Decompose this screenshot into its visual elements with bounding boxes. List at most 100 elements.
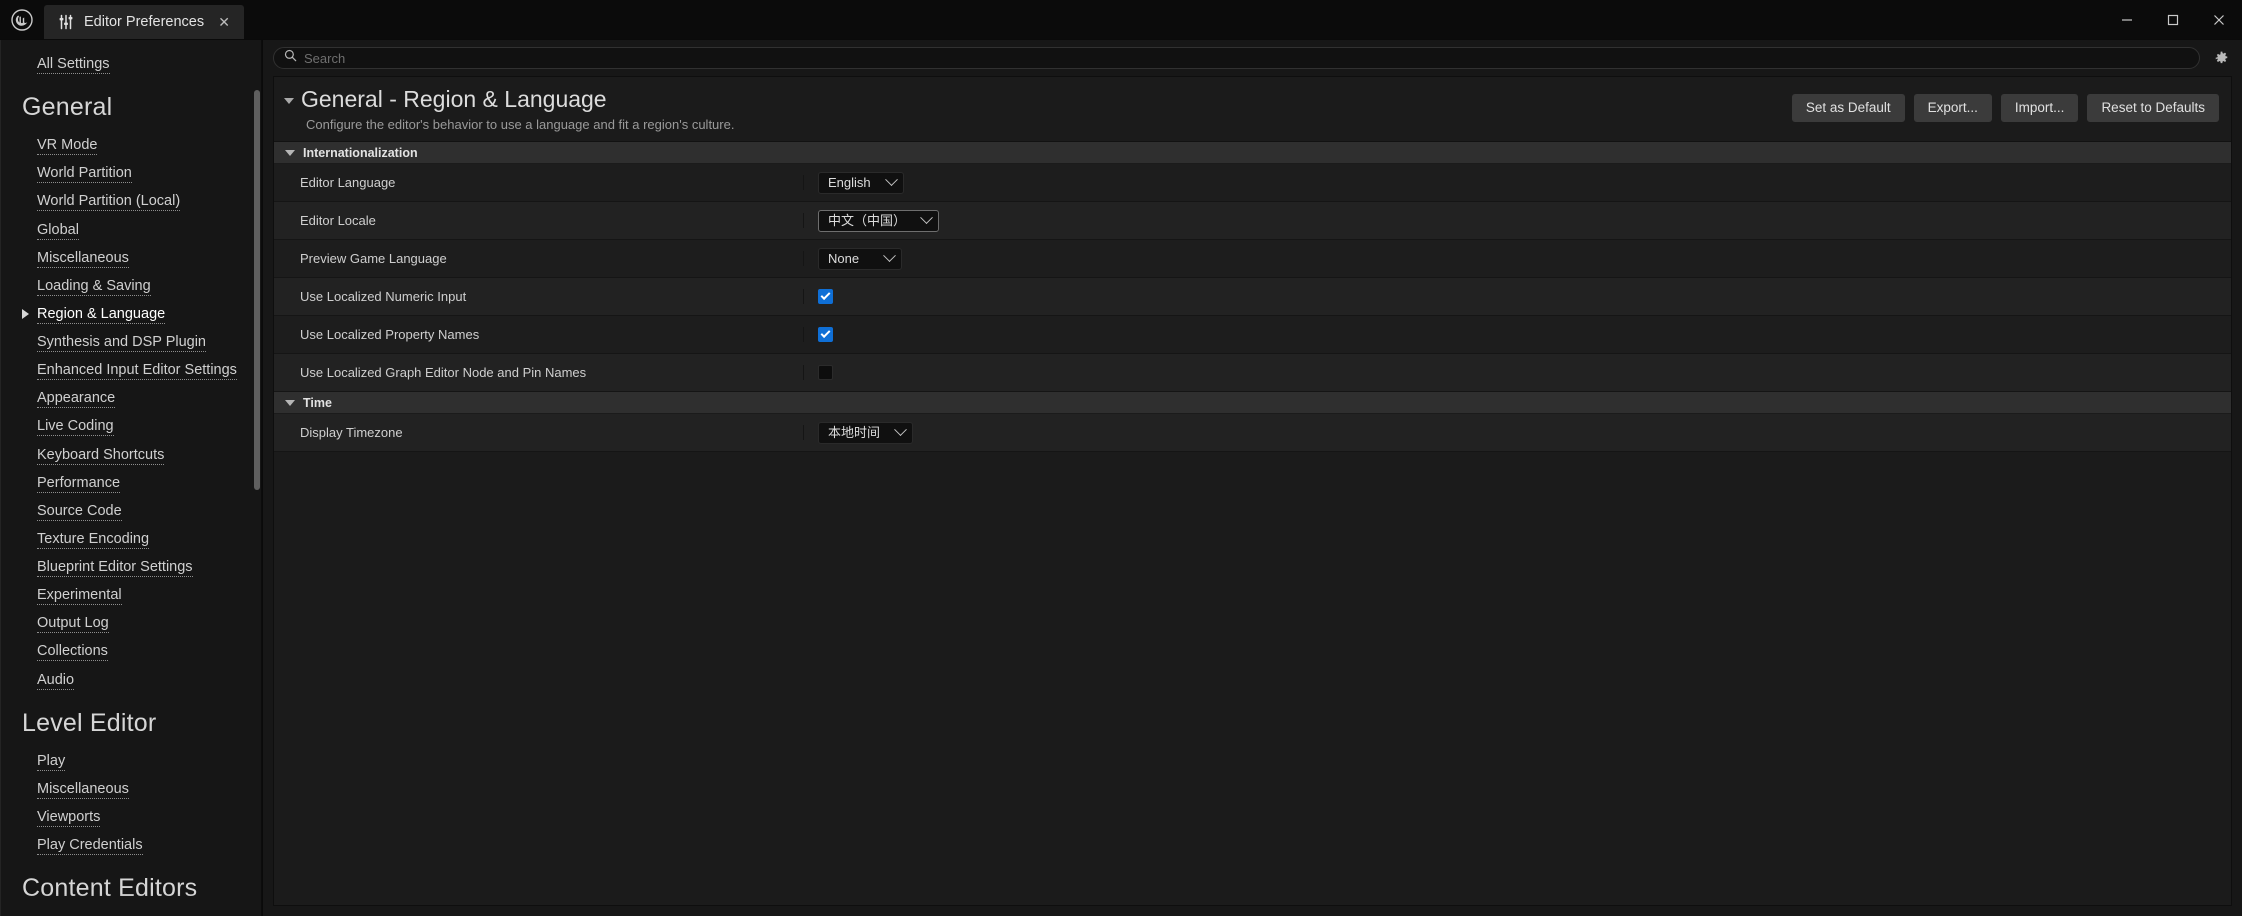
sidebar-item-audio[interactable]: Audio (1, 666, 261, 694)
page-title: General - Region & Language (301, 86, 607, 112)
sidebar-scrollbar[interactable] (252, 44, 261, 912)
export-button[interactable]: Export... (1913, 94, 1992, 122)
sidebar-item-label: World Partition (Local) (37, 193, 181, 212)
page-header: General - Region & Language Configure th… (274, 77, 2231, 143)
sidebar-item-viewports[interactable]: Viewports (1, 803, 261, 831)
sidebar-item-collections[interactable]: Collections (1, 637, 261, 665)
sidebar-item-label: Collections (37, 643, 108, 662)
sidebar-item-label: Play Credentials (37, 837, 143, 855)
close-button[interactable] (2196, 0, 2242, 39)
setting-value (804, 289, 2231, 305)
sidebar-item-appearance[interactable]: Appearance (1, 384, 261, 412)
sidebar-item-source-code[interactable]: Source Code (1, 497, 261, 525)
sidebar-item-label: Performance (37, 474, 121, 493)
setting-value (804, 327, 2231, 343)
sidebar-item-label: Appearance (37, 390, 116, 409)
sidebar-item-play[interactable]: Play (1, 747, 261, 775)
sidebar-item-loading-saving[interactable]: Loading & Saving (1, 272, 261, 300)
sidebar-item-vr-mode[interactable]: VR Mode (1, 131, 261, 159)
sidebar-item-miscellaneous[interactable]: Miscellaneous (1, 775, 261, 803)
search-icon (284, 49, 297, 67)
sidebar-item-world-partition-local[interactable]: World Partition (Local) (1, 187, 261, 215)
sidebar-item-performance[interactable]: Performance (1, 469, 261, 497)
sidebar-item-output-log[interactable]: Output Log (1, 609, 261, 637)
sidebar-item-experimental[interactable]: Experimental (1, 581, 261, 609)
search-input[interactable] (304, 50, 2189, 66)
chevron-down-icon (894, 423, 907, 437)
dropdown-value: None (828, 251, 860, 267)
window-body: All Settings General VR Mode World Partiti… (0, 40, 2242, 916)
sidebar-item-live-coding[interactable]: Live Coding (1, 412, 261, 440)
collapse-caret-icon[interactable] (284, 98, 294, 105)
sidebar-item-label: Loading & Saving (37, 277, 151, 296)
sidebar-item-world-partition[interactable]: World Partition (1, 159, 261, 187)
sidebar-item-label: Audio (37, 671, 75, 690)
checkbox-use-localized-property-names[interactable] (818, 327, 833, 343)
setting-row: Use Localized Graph Editor Node and Pin … (274, 354, 2231, 393)
sidebar-item-metasound-editor[interactable]: MetaSound Editor (1, 912, 261, 916)
sidebar-item-label: Source Code (37, 502, 122, 521)
chevron-down-icon (285, 149, 295, 156)
sidebar-item-label: Keyboard Shortcuts (37, 446, 165, 465)
setting-value: English (804, 171, 2231, 194)
setting-label: Use Localized Graph Editor Node and Pin … (274, 365, 804, 381)
setting-row: Preview Game Language None (274, 240, 2231, 279)
setting-row: Editor Locale 中文（中国） (274, 202, 2231, 241)
sidebar-item-all-settings[interactable]: All Settings (1, 50, 261, 78)
sidebar-item-blueprint-editor-settings[interactable]: Blueprint Editor Settings (1, 553, 261, 581)
sliders-icon (58, 14, 74, 30)
dropdown-preview-game-language[interactable]: None (818, 247, 902, 270)
category-label: Time (303, 395, 332, 410)
import-button[interactable]: Import... (2000, 94, 2079, 122)
sidebar-item-synthesis-and-dsp-plugin[interactable]: Synthesis and DSP Plugin (1, 328, 261, 356)
check-icon (820, 290, 831, 301)
sidebar-item-region-language[interactable]: Region & Language (1, 300, 261, 328)
checkbox-use-localized-graph-editor-node-and-pin-names[interactable] (818, 365, 833, 381)
details-panel: General - Region & Language Configure th… (273, 76, 2232, 906)
sidebar-item-play-credentials[interactable]: Play Credentials (1, 831, 261, 859)
tab-editor-preferences[interactable]: Editor Preferences ✕ (44, 5, 245, 39)
set-as-default-button[interactable]: Set as Default (1791, 94, 1905, 122)
gear-icon[interactable] (2208, 45, 2234, 71)
reset-to-defaults-button[interactable]: Reset to Defaults (2087, 94, 2219, 122)
sidebar-item-miscellaneous[interactable]: Miscellaneous (1, 244, 261, 272)
editor-preferences-window: Editor Preferences ✕ All Settings Genera… (0, 0, 2242, 916)
setting-label: Preview Game Language (274, 251, 804, 267)
dropdown-editor-locale[interactable]: 中文（中国） (818, 209, 940, 232)
minimize-button[interactable] (2104, 0, 2150, 39)
sidebar-item-label: Miscellaneous (37, 249, 129, 268)
setting-row: Editor Language English (274, 164, 2231, 203)
sidebar-scrollbar-thumb[interactable] (254, 90, 260, 490)
sidebar-item-label: Texture Encoding (37, 530, 150, 549)
sidebar-item-label: VR Mode (37, 137, 98, 156)
settings-list: Internationalization Editor Language Engli… (274, 142, 2231, 453)
dropdown-value: 本地时间 (828, 425, 881, 441)
dropdown-display-timezone[interactable]: 本地时间 (818, 421, 914, 444)
sidebar-item-keyboard-shortcuts[interactable]: Keyboard Shortcuts (1, 441, 261, 469)
setting-label: Editor Language (274, 175, 804, 191)
sidebar-item-enhanced-input-editor-settings[interactable]: Enhanced Input Editor Settings (1, 356, 261, 384)
category-label: Internationalization (303, 145, 418, 160)
sidebar-item-label: Play (37, 752, 66, 771)
settings-main: General - Region & Language Configure th… (262, 40, 2242, 916)
chevron-down-icon (920, 211, 933, 225)
tab-title: Editor Preferences (84, 14, 205, 30)
checkbox-use-localized-numeric-input[interactable] (818, 289, 833, 305)
maximize-button[interactable] (2150, 0, 2196, 39)
sidebar-group-title: General (22, 93, 113, 122)
setting-label: Use Localized Property Names (274, 327, 804, 343)
tab-close-icon[interactable]: ✕ (214, 12, 234, 32)
sidebar-item-label: World Partition (37, 165, 132, 184)
setting-value: 中文（中国） (804, 209, 2231, 232)
sidebar-item-texture-encoding[interactable]: Texture Encoding (1, 525, 261, 553)
chevron-down-icon (883, 249, 896, 263)
setting-value (804, 365, 2231, 381)
sidebar-item-label: Experimental (37, 587, 122, 606)
sidebar-item-label: Synthesis and DSP Plugin (37, 334, 207, 352)
category-header[interactable]: Internationalization (274, 142, 2231, 165)
setting-value: None (804, 247, 2231, 270)
category-header[interactable]: Time (274, 392, 2231, 415)
dropdown-editor-language[interactable]: English (818, 171, 904, 194)
sidebar-item-global[interactable]: Global (1, 216, 261, 244)
search-box[interactable] (273, 47, 2200, 69)
